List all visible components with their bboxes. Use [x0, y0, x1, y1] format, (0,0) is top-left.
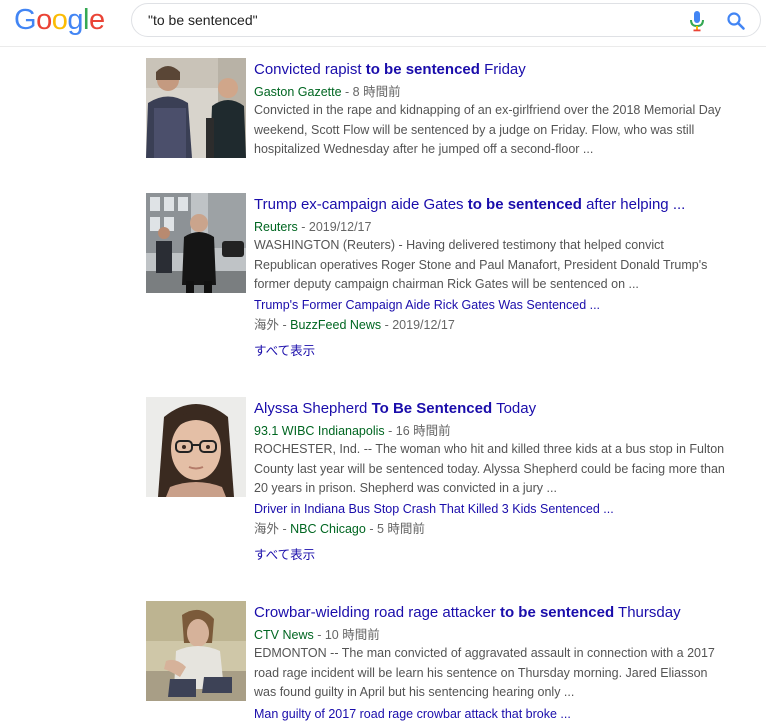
title-text: Thursday: [614, 604, 681, 621]
source-site: CTV News: [254, 628, 314, 642]
microphone-icon[interactable]: [687, 10, 707, 32]
title-highlight: to be sentenced: [365, 61, 480, 78]
result-thumbnail[interactable]: [146, 397, 246, 497]
snippet-line: 20 years in prison. Shepherd was convict…: [254, 481, 557, 495]
show-all-link[interactable]: すべて表示: [254, 343, 315, 359]
thumbnail-photo: [146, 193, 246, 293]
result-snippet: Convicted in the rape and kidnapping of …: [254, 101, 754, 160]
result-thumbnail[interactable]: [146, 58, 246, 158]
logo-letter: o: [36, 4, 52, 36]
result-title-link[interactable]: Alyssa Shepherd To Be Sentenced Today: [254, 400, 536, 418]
related-article-source: 海外 - NBC Chicago - 5 時間前: [254, 521, 425, 537]
search-box[interactable]: [131, 3, 761, 37]
thumbnail-photo: [146, 397, 246, 497]
result-snippet: WASHINGTON (Reuters) - Having delivered …: [254, 236, 754, 295]
snippet-line: WASHINGTON (Reuters) - Having delivered …: [254, 238, 664, 252]
title-text: Convicted rapist: [254, 61, 366, 78]
title-highlight: To Be Sentenced: [371, 400, 493, 417]
result-source: Gaston Gazette - 8 時間前: [254, 84, 401, 100]
snippet-line: Republican operatives Roger Stone and Pa…: [254, 257, 708, 272]
source-site: Reuters: [254, 220, 298, 234]
title-highlight: to be sentenced: [499, 604, 615, 621]
result-source: 93.1 WIBC Indianapolis - 16 時間前: [254, 423, 451, 439]
title-text: Alyssa Shepherd: [254, 400, 372, 417]
logo-letter: e: [88, 4, 105, 36]
source-site: 93.1 WIBC Indianapolis: [254, 424, 385, 438]
related-prefix: 海外 -: [254, 318, 291, 332]
snippet-line: former deputy campaign chairman Rick Gat…: [254, 277, 639, 291]
snippet-line: hospitalized Wednesday after he jumped o…: [254, 142, 594, 156]
snippet-line: ROCHESTER, Ind. -- The woman who hit and…: [254, 442, 725, 456]
snippet-line: road rage incident will be learn his sen…: [254, 665, 708, 680]
title-text: after helping ...: [581, 196, 686, 213]
snippet-line: weekend, Scott Flow will be sentenced by…: [254, 122, 695, 137]
google-logo[interactable]: Google: [14, 5, 105, 35]
related-article-link[interactable]: Man guilty of 2017 road rage crowbar att…: [254, 706, 571, 722]
logo-letter: G: [14, 4, 37, 36]
logo-letter: g: [67, 4, 83, 36]
related-article-link[interactable]: Driver in Indiana Bus Stop Crash That Ki…: [254, 501, 614, 517]
result-snippet: EDMONTON -- The man convicted of aggrava…: [254, 644, 754, 703]
show-all-link[interactable]: すべて表示: [254, 547, 315, 563]
search-icon[interactable]: [726, 11, 746, 31]
related-site: NBC Chicago: [290, 522, 366, 536]
related-article-source: 海外 - BuzzFeed News - 2019/12/17: [254, 317, 455, 333]
snippet-line: was found guilty in April but his senten…: [254, 685, 575, 699]
related-time: - 2019/12/17: [381, 318, 455, 332]
search-header: Google: [0, 0, 766, 47]
source-time: - 2019/12/17: [297, 220, 372, 234]
result-title-link[interactable]: Convicted rapist to be sentenced Friday: [254, 61, 526, 79]
result-thumbnail[interactable]: [146, 193, 246, 293]
title-text: Trump ex-campaign aide Gates: [254, 196, 468, 213]
title-text: Friday: [479, 61, 526, 78]
related-article-link[interactable]: Trump's Former Campaign Aide Rick Gates …: [254, 297, 600, 313]
thumbnail-photo: [146, 601, 246, 701]
related-prefix: 海外 -: [254, 522, 291, 536]
thumbnail-photo: [146, 58, 246, 158]
search-input[interactable]: [148, 10, 648, 30]
source-time: - 16 時間前: [384, 424, 451, 438]
title-text: Crowbar-wielding road rage attacker: [254, 604, 500, 621]
snippet-line: County last year will be sentenced today…: [254, 461, 725, 476]
result-title-link[interactable]: Trump ex-campaign aide Gates to be sente…: [254, 196, 685, 214]
result-snippet: ROCHESTER, Ind. -- The woman who hit and…: [254, 440, 754, 499]
logo-letter: o: [51, 4, 68, 36]
result-source: Reuters - 2019/12/17: [254, 219, 371, 235]
result-title-link[interactable]: Crowbar-wielding road rage attacker to b…: [254, 604, 681, 622]
source-site: Gaston Gazette: [254, 85, 342, 99]
title-highlight: to be sentenced: [467, 196, 582, 213]
source-time: - 10 時間前: [313, 628, 380, 642]
source-time: - 8 時間前: [341, 85, 401, 99]
snippet-line: Convicted in the rape and kidnapping of …: [254, 103, 721, 117]
snippet-line: EDMONTON -- The man convicted of aggrava…: [254, 646, 715, 660]
title-text: Today: [492, 400, 537, 417]
related-site: BuzzFeed News: [290, 318, 382, 332]
result-source: CTV News - 10 時間前: [254, 627, 380, 643]
related-time: - 5 時間前: [365, 522, 425, 536]
result-thumbnail[interactable]: [146, 601, 246, 701]
